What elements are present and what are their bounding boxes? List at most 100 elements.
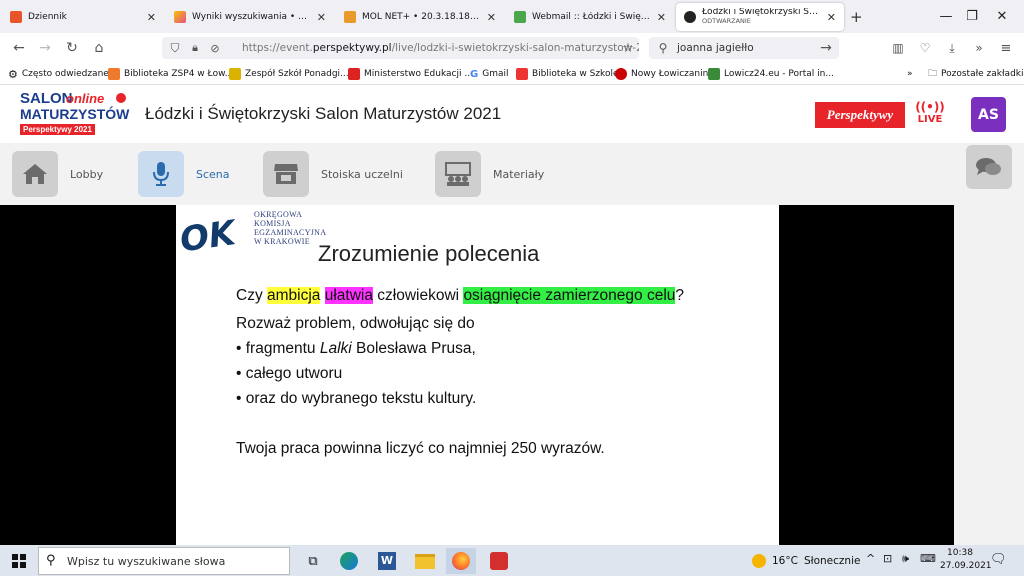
edge-icon[interactable] <box>334 548 364 574</box>
close-tab-icon[interactable]: ✕ <box>147 11 156 24</box>
task-view-icon[interactable]: ⧉ <box>298 548 328 574</box>
firefox-icon[interactable] <box>446 548 476 574</box>
avatar[interactable]: AS <box>971 97 1006 132</box>
right-panel <box>954 143 1024 545</box>
bookmarks-overflow-icon[interactable]: » <box>907 66 913 82</box>
close-tab-icon[interactable]: ✕ <box>317 11 326 24</box>
chat-button[interactable] <box>966 145 1012 189</box>
bookmark-favicon-icon <box>229 68 241 80</box>
logo-line2: MATURZYSTÓW <box>20 106 130 122</box>
oke-logo-text: OKE <box>178 210 236 256</box>
tab-dziennik[interactable]: Dziennik ✕ <box>2 3 164 31</box>
time: 10:38 <box>947 548 973 558</box>
network-icon[interactable]: ⊡ <box>883 552 892 565</box>
new-tab-icon[interactable]: + <box>850 8 863 26</box>
close-tab-icon[interactable]: ✕ <box>487 11 496 24</box>
bookmark-label: Biblioteka ZSP4 w Łow... <box>124 69 234 79</box>
word-icon[interactable]: W <box>372 548 402 574</box>
url-domain: perspektywy.pl <box>312 42 392 54</box>
weather-label: Słonecznie <box>803 555 861 567</box>
close-tab-icon[interactable]: ✕ <box>657 11 666 24</box>
language-icon[interactable]: ⌨ <box>920 552 936 565</box>
presentation-icon <box>435 151 481 197</box>
bookmark-item[interactable]: G Gmail <box>470 66 508 82</box>
bookmark-favicon-icon <box>516 68 528 80</box>
notifications-icon[interactable]: 🗨︎ <box>990 552 1007 567</box>
oke-logo: OKE <box>178 210 236 256</box>
bookmark-label: Często odwiedzane <box>21 69 109 79</box>
salon-logo[interactable]: SALON online MATURZYSTÓW Perspektywy 202… <box>20 88 130 140</box>
back-icon[interactable]: ← <box>10 39 28 57</box>
overflow-icon[interactable]: » <box>970 39 988 57</box>
bookmark-item[interactable]: Ministerstwo Edukacji ... <box>348 66 473 82</box>
tab-playing-label: ODTWARZANIE <box>702 17 751 25</box>
microphone-icon <box>138 151 184 197</box>
home-icon[interactable]: ⌂ <box>90 39 108 57</box>
chat-icon <box>976 158 1001 175</box>
search-go-icon[interactable]: → <box>817 39 835 57</box>
store-icon <box>263 151 309 197</box>
bookmark-item[interactable]: ⚙ Często odwiedzane <box>8 66 109 82</box>
logo-online: online <box>66 91 105 106</box>
slide-title: Zrozumienie polecenia <box>318 241 540 266</box>
nav-stoiska[interactable]: Stoiska uczelni <box>263 151 403 197</box>
tray-chevron-icon[interactable]: ^ <box>866 552 875 565</box>
bookmark-favicon-icon <box>108 68 120 80</box>
forward-icon[interactable]: → <box>36 39 54 57</box>
shield-icon[interactable]: ⛉ <box>166 39 184 57</box>
nav-label: Materiały <box>493 167 545 181</box>
sun-icon <box>752 554 766 568</box>
bookmark-favicon-icon <box>348 68 360 80</box>
reader-view-icon[interactable]: ▥ <box>889 39 907 57</box>
live-indicator: ((•)) LIVE <box>913 100 947 132</box>
menu-icon[interactable]: ≡ <box>997 39 1015 57</box>
bookmark-label: Gmail <box>482 69 509 79</box>
italic-text: Lalki <box>319 340 352 357</box>
oke-line: OKRĘGOWA <box>254 210 303 219</box>
logo-play-icon <box>116 93 126 103</box>
url-bar[interactable]: https://event. perspektywy.pl/live/lodzki… <box>162 37 639 59</box>
bookmark-label: Lowicz24.eu - Portal in... <box>724 69 834 79</box>
windows-start-icon[interactable] <box>4 548 34 574</box>
other-bookmarks[interactable]: 🗀︎ Pozostałe zakładki <box>928 66 1024 82</box>
bookmark-item[interactable]: Zespół Szkół Ponadgi... <box>229 66 349 82</box>
salon-favicon-icon <box>684 11 696 23</box>
text: • fragmentu <box>236 340 320 357</box>
slide-bullet: • fragmentu Lalki Bolesława Prusa, <box>236 340 476 358</box>
reload-icon[interactable]: ↻ <box>63 39 81 57</box>
pocket-icon[interactable]: ♡ <box>916 39 934 57</box>
clock[interactable]: 10:38 27.09.2021 <box>940 547 992 575</box>
broadcast-icon: ((•)) <box>915 100 945 114</box>
file-explorer-icon[interactable] <box>410 548 440 574</box>
nav-label: Stoiska uczelni <box>321 167 403 181</box>
bookmark-item[interactable]: Nowy Łowiczanin <box>615 66 708 82</box>
search-input[interactable]: joanna jagiełło <box>649 37 839 59</box>
nav-materialy[interactable]: Materiały <box>435 151 544 197</box>
tab-title: Dziennik <box>28 12 67 22</box>
lock-icon[interactable]: 🔒︎ <box>186 39 204 57</box>
tab-webmail[interactable]: Webmail :: Łódzki i Świętokrzys ✕ <box>506 3 674 31</box>
tab-salon[interactable]: Łódzki i Świętokrzyski Salon Ma ODTWARZA… <box>676 3 844 31</box>
tab-wyniki[interactable]: Wyniki wyszukiwania • MOL NE ✕ <box>166 3 334 31</box>
taskbar-search-input[interactable]: Wpisz tu wyszukiwane słowa <box>38 547 290 575</box>
permissions-icon[interactable]: ⊘ <box>206 39 224 57</box>
bookmark-item[interactable]: Lowicz24.eu - Portal in... <box>708 66 834 82</box>
download-icon[interactable]: ⤓ <box>943 39 961 57</box>
mol-favicon-icon <box>174 11 186 23</box>
close-tab-icon[interactable]: ✕ <box>827 11 836 24</box>
nav-label: Scena <box>196 167 230 181</box>
acrobat-icon[interactable] <box>484 548 514 574</box>
bookmark-favicon-icon <box>615 68 627 80</box>
weather-widget[interactable]: 16°C Słonecznie <box>752 547 860 575</box>
bookmark-label: Ministerstwo Edukacji ... <box>364 69 473 79</box>
bookmark-item[interactable]: Biblioteka w Szkole <box>516 66 618 82</box>
nav-scena[interactable]: Scena <box>138 151 230 197</box>
bookmark-star-icon[interactable]: ☆ <box>619 39 637 57</box>
perspektywy-logo[interactable]: Perspektywy <box>815 102 905 128</box>
window-close-icon[interactable]: ✕ <box>980 0 1024 33</box>
nav-label: Lobby <box>70 167 104 181</box>
speaker-icon[interactable]: 🕪︎ <box>902 552 909 566</box>
bookmark-item[interactable]: Biblioteka ZSP4 w Łow... <box>108 66 233 82</box>
tab-molnet[interactable]: MOL NET+ • 20.3.18.18683-relea ✕ <box>336 3 504 31</box>
nav-lobby[interactable]: Lobby <box>12 151 103 197</box>
